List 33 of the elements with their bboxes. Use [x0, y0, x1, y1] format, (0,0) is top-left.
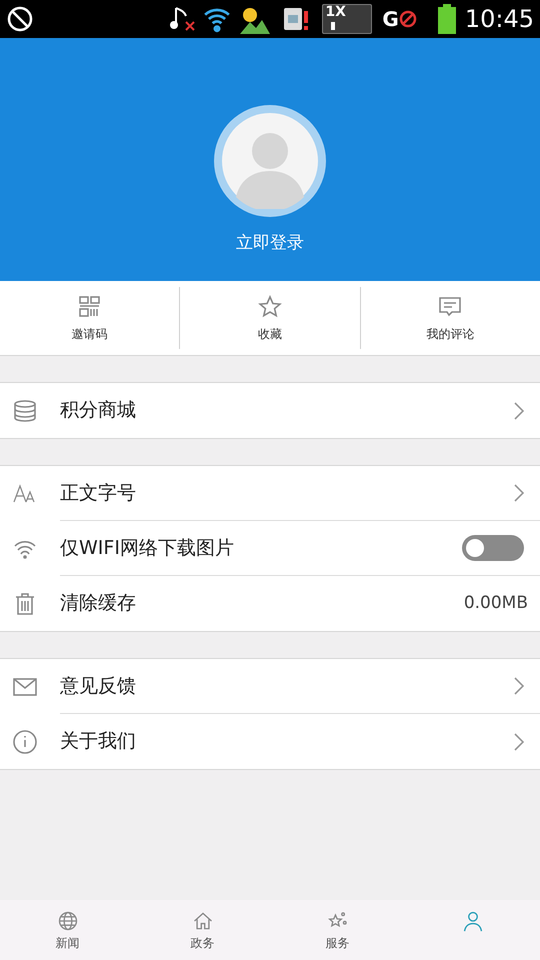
person-icon	[462, 910, 484, 932]
qr-code-icon	[76, 294, 103, 320]
cache-size: 0.00MB	[464, 592, 528, 615]
tab[interactable]: 政务	[135, 900, 270, 960]
clock: 10:45	[464, 4, 534, 35]
globe-icon	[56, 910, 78, 932]
chevron-right-icon	[514, 732, 524, 750]
quick-action[interactable]: 我的评论	[360, 281, 540, 355]
row-label: 清除缓存	[60, 591, 137, 616]
row-label: 意见反馈	[60, 674, 137, 699]
chevron-right-icon	[514, 402, 524, 420]
star-icon	[256, 294, 283, 320]
row-label: 正文字号	[60, 480, 137, 506]
chevron-right-icon	[514, 484, 524, 502]
sim-alert-icon	[282, 5, 310, 33]
info-icon	[12, 728, 38, 754]
no-sync-icon	[6, 5, 34, 33]
quick-action[interactable]: 邀请码	[0, 281, 180, 355]
database-icon	[12, 398, 38, 424]
quick-action[interactable]: 收藏	[180, 281, 360, 355]
login-link[interactable]: 立即登录	[236, 231, 304, 256]
row-label: 积分商城	[60, 398, 137, 424]
network-indicator: 1X	[322, 4, 372, 34]
toggle-switch[interactable]	[462, 535, 524, 561]
row-label: 仅WIFI网络下载图片	[60, 536, 235, 561]
signal-label: G	[382, 6, 399, 33]
chevron-right-icon	[514, 677, 524, 695]
battery-icon	[436, 4, 457, 34]
tab[interactable]: 新闻	[0, 900, 135, 960]
blocked-icon	[398, 10, 417, 28]
home-icon	[192, 910, 214, 932]
row-label: 关于我们	[60, 729, 137, 754]
tab[interactable]: 服务	[270, 900, 405, 960]
